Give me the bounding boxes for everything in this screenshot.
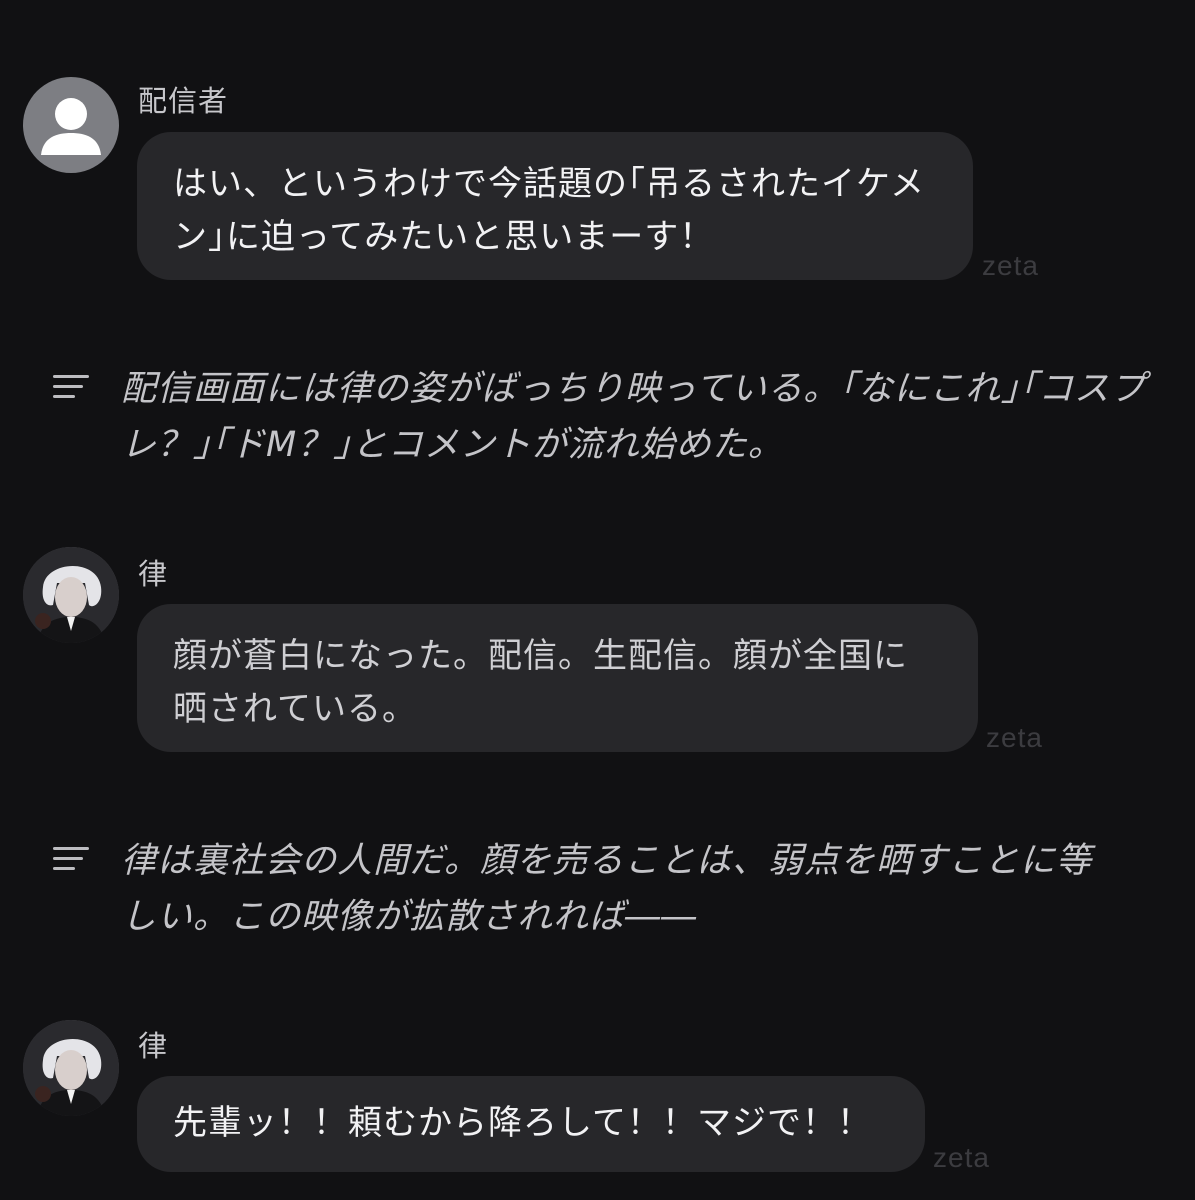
message-line: 顔が蒼白になった。配信。生配信。顔が全国に [173,636,908,676]
default-user-avatar[interactable] [23,77,119,173]
narration-lines-icon [53,375,89,398]
message-line: ン｣に迫ってみたいと思いまーす！ [173,217,715,257]
message-bubble: 先輩ッ！！頼むから降ろして！！マジで！！ [137,1076,925,1172]
watermark: zeta [982,250,1039,281]
character-portrait-icon [23,1020,119,1116]
message-line: 晒されている。 [173,689,417,729]
message-bubble: 顔が蒼白になった。配信。生配信。顔が全国に 晒されている。 [137,604,978,752]
character-portrait-icon [23,547,119,643]
narration-line: しい。この映像が拡散されれば―― [121,897,698,937]
narration-line: レ？｣｢ドM？｣とコメントが流れ始めた。 [121,425,784,465]
narration-text: 律は裏社会の人間だ。顔を売ることは、弱点を晒すことに等 しい。この映像が拡散され… [121,833,1092,945]
message-line: はい、というわけで今話題の｢吊るされたイケメ [173,164,925,204]
message-bubble: はい、というわけで今話題の｢吊るされたイケメ ン｣に迫ってみたいと思いまーす！ [137,132,973,280]
watermark: zeta [933,1142,990,1173]
narration-line: 配信画面には律の姿がばっちり映っている。｢なにこれ｣｢コスプ [121,369,1147,409]
narration-lines-icon [53,847,89,870]
user-silhouette-icon [41,98,101,155]
character-avatar[interactable] [23,547,119,643]
character-avatar[interactable] [23,1020,119,1116]
watermark: zeta [986,722,1043,753]
message-line: 先輩ッ！！頼むから降ろして！！マジで！！ [173,1103,872,1143]
sender-name: 配信者 [138,84,229,118]
sender-name: 律 [138,1029,169,1063]
narration-text: 配信画面には律の姿がばっちり映っている。｢なにこれ｣｢コスプ レ？｣｢ドM？｣と… [121,361,1146,473]
sender-name: 律 [138,557,169,591]
chat-log: 配信者 はい、というわけで今話題の｢吊るされたイケメ ン｣に迫ってみたいと思いま… [0,0,1195,1200]
narration-line: 律は裏社会の人間だ。顔を売ることは、弱点を晒すことに等 [121,841,1092,881]
